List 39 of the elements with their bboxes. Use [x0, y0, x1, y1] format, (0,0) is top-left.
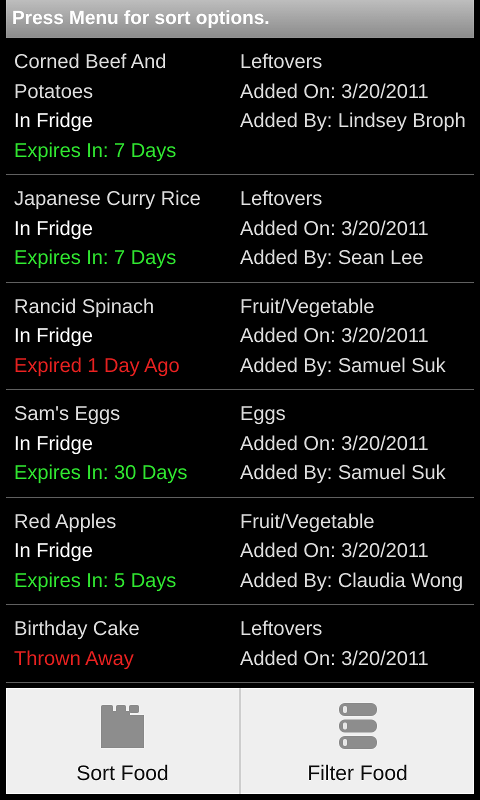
food-name: Japanese Curry Rice [14, 187, 202, 212]
added-by: Added By: Claudia Wong [240, 568, 464, 594]
added-by: Added By: Samuel Suk [240, 461, 447, 486]
food-status: Expires In: 7 Days [14, 138, 178, 164]
food-name: Rancid Spinach [14, 294, 156, 320]
food-status: Expires In: 30 Days [14, 461, 188, 486]
food-status: Expires In: 5 Days [14, 568, 178, 594]
food-item[interactable]: Red Apples In Fridge Expires In: 5 Days Fruit/Vegetable Added On: 3/20/2011 Added By: Claudia Wong [6, 498, 474, 605]
food-name: Sam's Eggs [14, 402, 122, 427]
added-by: Added By: Sean Lee [240, 246, 424, 271]
food-item[interactable]: Rancid Spinach In Fridge Expired 1 Day Ago Fruit/Vegetable Added On: 3/20/2011 Added By: Samuel Suk [6, 282, 474, 390]
food-status: Thrown Away [14, 646, 135, 672]
food-name: Birthday Cake [14, 617, 141, 642]
food-name: Corned Beef And Potatoes [14, 50, 168, 104]
food-location: In Fridge [14, 216, 94, 242]
added-date: Added On: 3/20/2011 [240, 646, 430, 672]
food-name: Red Apples [14, 510, 118, 534]
food-category: Leftovers [240, 50, 324, 75]
added-by: Added By: Lindsey Broph [240, 109, 467, 134]
added-date: Added On: 3/20/2011 [240, 324, 430, 349]
food-location: In Fridge [14, 109, 94, 134]
list-icon [338, 702, 378, 750]
food-status: Expires In: 7 Days [14, 246, 178, 271]
added-date: Added On: 3/20/2011 [240, 80, 430, 104]
added-date: Added On: 3/20/2011 [240, 216, 430, 242]
food-location: In Fridge [14, 432, 94, 456]
hint-text: Press Menu for sort options. [12, 8, 270, 30]
food-category: Leftovers [240, 617, 324, 642]
food-location: In Fridge [14, 539, 94, 564]
food-category: Fruit/Vegetable [240, 510, 376, 534]
food-status: Expired 1 Day Ago [14, 354, 181, 378]
added-by: Added By: Samuel Suk [240, 354, 447, 378]
food-category: Fruit/Vegetable [240, 294, 376, 320]
food-location: In Fridge [14, 324, 94, 349]
food-category: Eggs [240, 402, 287, 427]
added-date: Added On: 3/20/2011 [240, 432, 430, 456]
folder-icon [100, 704, 146, 750]
food-category: Leftovers [240, 187, 324, 212]
added-date: Added On: 3/20/2011 [240, 539, 430, 564]
